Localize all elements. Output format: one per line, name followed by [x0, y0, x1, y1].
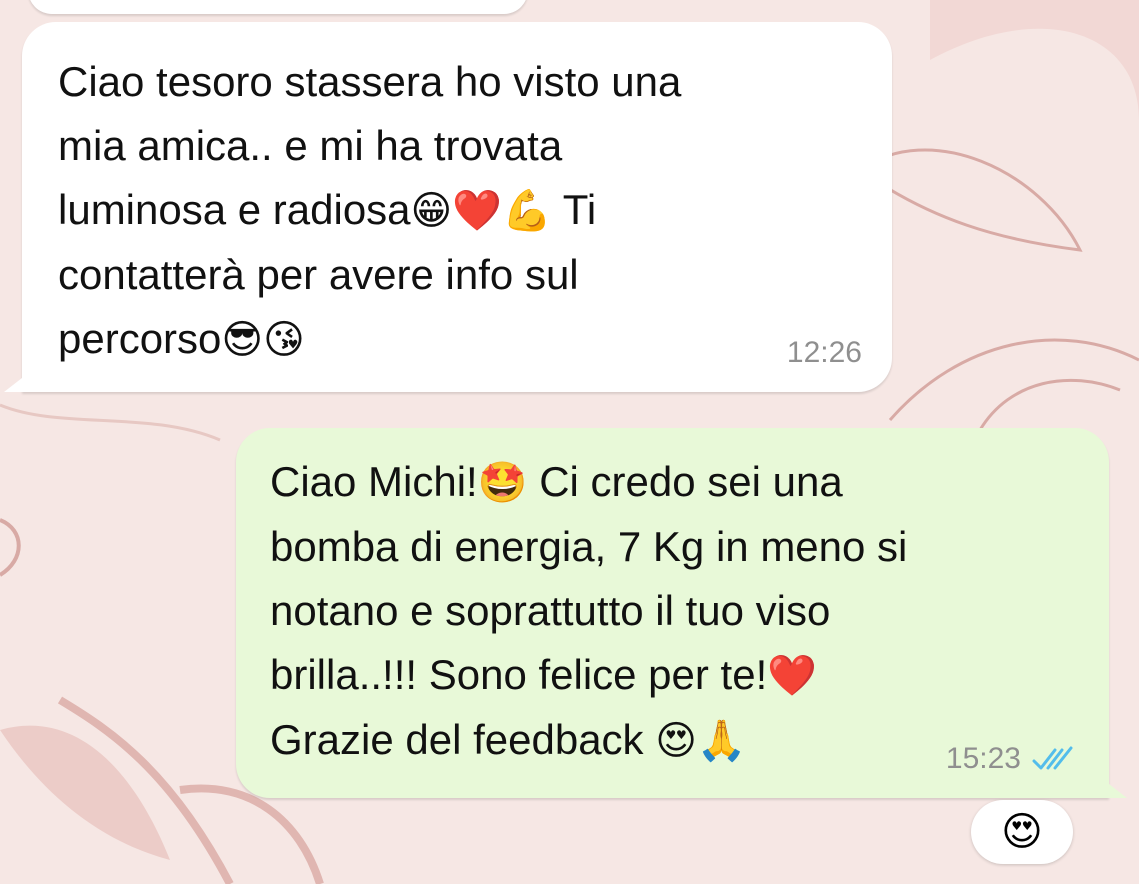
folded-hands-icon: 🙏: [696, 718, 747, 764]
outgoing-message-text: Grazie del feedback: [270, 716, 656, 763]
incoming-message-bubble[interactable]: Ciao tesoro stassera ho visto una mia am…: [22, 22, 892, 392]
red-heart-icon: ❤️: [452, 188, 503, 234]
outgoing-message-line: brilla..!!! Sono felice per te!❤️: [270, 643, 1073, 708]
message-reaction[interactable]: 😍: [971, 800, 1073, 864]
heart-eyes-face-icon: 😍: [655, 718, 697, 764]
previous-message-bubble-edge: [28, 0, 528, 14]
incoming-message-line: luminosa e radiosa😁❤️💪 Ti: [58, 178, 856, 243]
outgoing-message-line: bomba di energia, 7 Kg in meno si: [270, 523, 908, 570]
kissing-face-icon: 😘: [263, 317, 305, 363]
star-struck-face-icon: 🤩: [477, 460, 528, 506]
outgoing-message-line: Ciao Michi!🤩 Ci credo sei una: [270, 450, 1073, 515]
outgoing-message-text: Ci credo sei una: [527, 458, 843, 505]
sunglasses-face-icon: 😎: [221, 317, 264, 363]
outgoing-message-text: Ciao Michi!: [270, 458, 478, 505]
incoming-message-text: luminosa e radiosa: [58, 186, 411, 233]
outgoing-message-bubble[interactable]: Ciao Michi!🤩 Ci credo sei una bomba di e…: [236, 428, 1109, 798]
incoming-message-line: Ciao tesoro stassera ho visto una: [58, 58, 682, 105]
incoming-message-text: percorso: [58, 315, 222, 362]
red-heart-icon: ❤️: [767, 653, 818, 699]
outgoing-message-text: brilla..!!! Sono felice per te!: [270, 651, 768, 698]
double-check-read-icon: [1032, 746, 1073, 770]
outgoing-message-line: notano e soprattutto il tuo viso: [270, 587, 831, 634]
heart-eyes-reaction-icon: 😍: [1001, 809, 1043, 855]
incoming-message-text: Ti: [551, 186, 597, 233]
grinning-face-icon: 😁: [410, 188, 453, 234]
outgoing-message-time: 15:23: [945, 742, 1021, 775]
incoming-message-line: mia amica.. e mi ha trovata: [58, 122, 563, 169]
incoming-message-time: 12:26: [786, 336, 862, 369]
incoming-message-line: percorso😎😘: [58, 307, 856, 372]
flexed-biceps-icon: 💪: [502, 188, 552, 234]
incoming-message-line: contatterà per avere info sul: [58, 251, 579, 298]
